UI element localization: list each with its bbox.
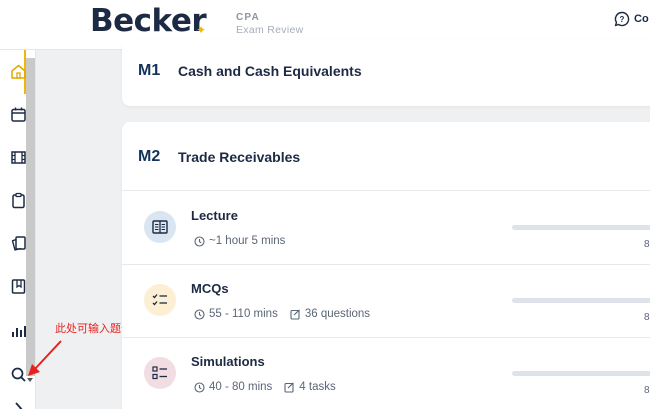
checklist-icon	[144, 284, 176, 316]
item-duration: ~1 hour 5 mins	[209, 235, 286, 247]
item-title: Simulations	[191, 354, 265, 369]
divider	[122, 264, 650, 265]
module-card-m2: M2 Trade Receivables Lecture ~1 hour 5 m…	[122, 122, 650, 409]
module-code: M2	[138, 148, 161, 165]
progress-bar	[512, 225, 650, 230]
chat-help-icon: ?	[614, 11, 630, 27]
progress-percent: 8	[644, 312, 650, 323]
lecture-book-icon	[144, 211, 176, 243]
scroll-down-arrow[interactable]	[27, 378, 33, 382]
calendar-icon[interactable]	[10, 106, 27, 123]
clipboard-icon[interactable]	[10, 192, 27, 209]
module-title: Cash and Cash Equivalents	[178, 63, 362, 79]
help-label: Co	[634, 13, 649, 25]
home-icon[interactable]	[10, 63, 27, 80]
bookmark-icon[interactable]	[10, 278, 27, 295]
bar-chart-icon[interactable]	[10, 322, 27, 339]
svg-text:?: ?	[620, 15, 625, 24]
module-card-m1[interactable]: M1 Cash and Cash Equivalents	[122, 40, 650, 106]
flashcards-icon[interactable]	[10, 235, 27, 252]
item-count: 4 tasks	[299, 381, 336, 393]
item-meta: 40 - 80 mins 4 tasks	[194, 381, 336, 393]
clock-icon	[194, 381, 205, 393]
film-icon[interactable]	[10, 149, 27, 166]
annotation-arrow	[28, 340, 62, 376]
module-code: M1	[138, 62, 161, 79]
progress-percent: 8	[644, 385, 650, 396]
progress-bar	[512, 371, 650, 376]
item-count: 36 questions	[304, 308, 371, 320]
item-meta: ~1 hour 5 mins	[194, 235, 285, 247]
sidebar-scrollbar[interactable]	[26, 58, 35, 376]
item-title: Lecture	[191, 208, 238, 223]
product-subtitle: Exam Review	[236, 24, 304, 36]
divider	[122, 337, 650, 338]
brand-star-icon: ✦	[196, 23, 207, 37]
product-name: CPA	[236, 12, 260, 23]
progress-percent: 8	[644, 239, 650, 250]
chevron-right-icon[interactable]	[10, 400, 27, 409]
help-button[interactable]: ? Co	[614, 11, 649, 27]
progress-bar	[512, 298, 650, 303]
item-title: MCQs	[191, 281, 229, 296]
edit-note-icon	[290, 308, 300, 320]
item-meta: 55 - 110 mins 36 questions	[194, 308, 370, 320]
divider	[122, 190, 650, 191]
simulation-list-icon	[144, 357, 176, 389]
item-duration: 55 - 110 mins	[209, 308, 278, 320]
edit-note-icon	[284, 381, 295, 393]
clock-icon	[194, 235, 205, 247]
item-duration: 40 - 80 mins	[209, 381, 273, 393]
brand-logo[interactable]: Becker	[90, 3, 207, 39]
clock-icon	[194, 308, 205, 320]
module-title: Trade Receivables	[178, 149, 301, 165]
